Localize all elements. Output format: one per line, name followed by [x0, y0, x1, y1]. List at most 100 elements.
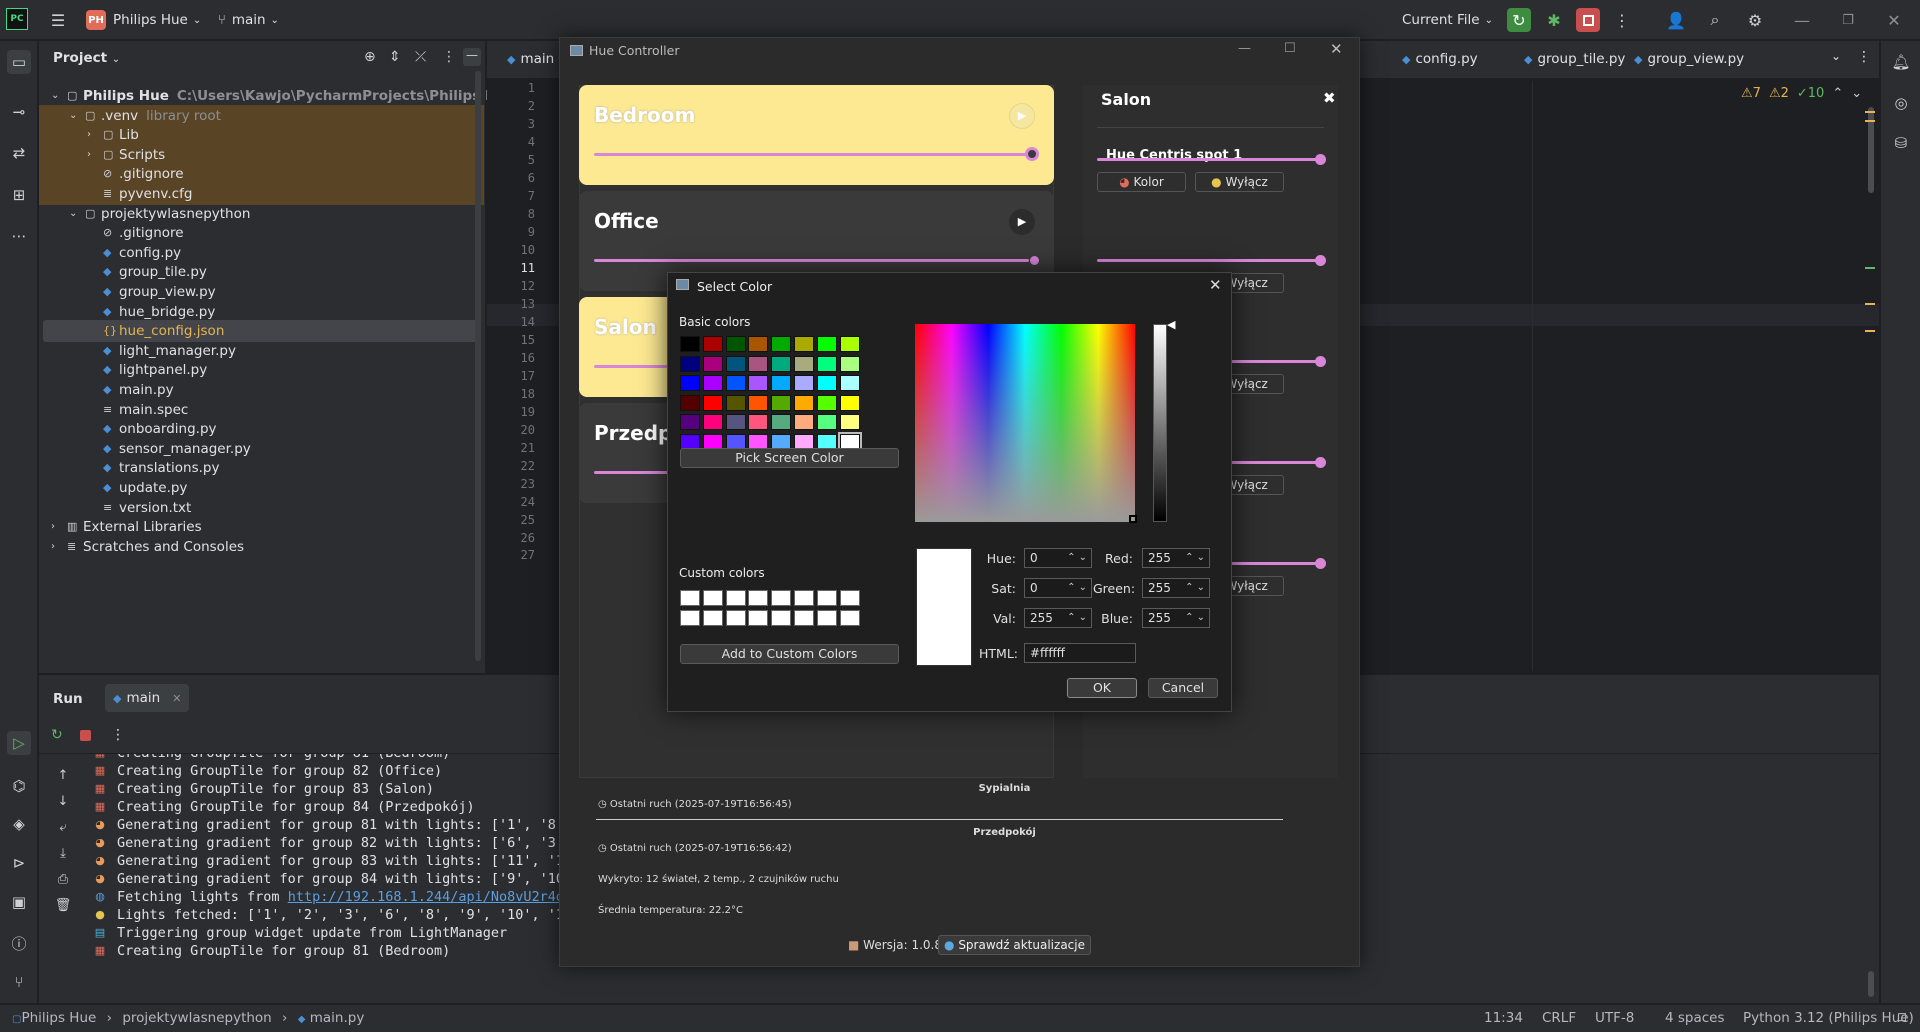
project-tool-folder-icon[interactable]: ▭	[7, 50, 31, 74]
branch-switcher[interactable]: ⑂ main ⌄	[218, 8, 279, 32]
console-scrollbar[interactable]	[1868, 971, 1874, 997]
custom-color-swatch[interactable]	[680, 590, 700, 606]
light-brightness-slider[interactable]	[1097, 158, 1322, 161]
minimize-icon[interactable]: —	[1790, 8, 1814, 32]
terminal-icon[interactable]: ▣	[7, 890, 31, 914]
play-scene-icon[interactable]: ▶	[1009, 209, 1035, 235]
tab-main[interactable]: ◆ main	[507, 51, 554, 67]
basic-color-swatch[interactable]	[771, 336, 792, 352]
slider-handle[interactable]	[1025, 147, 1039, 161]
slider-handle[interactable]	[1030, 256, 1039, 265]
structure-icon[interactable]: ⊞	[7, 183, 31, 207]
file-encoding[interactable]: UTF-8	[1595, 1010, 1634, 1026]
basic-color-swatch[interactable]	[702, 414, 723, 431]
basic-color-swatch[interactable]	[839, 355, 860, 372]
line-separator[interactable]: CRLF	[1542, 1010, 1576, 1026]
color-button[interactable]: ◕ Kolor	[1097, 172, 1186, 192]
basic-color-swatch[interactable]	[725, 375, 746, 392]
basic-color-swatch[interactable]	[702, 355, 723, 372]
run-config-selector[interactable]: Current File ⌄	[1402, 8, 1493, 32]
pull-requests-icon[interactable]: ⇄	[7, 141, 31, 165]
run-tab-main[interactable]: ◆ main ✕	[105, 684, 190, 712]
custom-color-swatch[interactable]	[725, 590, 746, 606]
basic-color-swatch[interactable]	[725, 414, 746, 431]
custom-color-swatch[interactable]	[839, 609, 860, 626]
custom-color-swatch[interactable]	[748, 609, 769, 626]
basic-color-swatch[interactable]	[748, 336, 769, 352]
blue-input[interactable]: 255 ⌃ ⌄	[1142, 608, 1210, 628]
run-panel-title[interactable]: Run	[53, 691, 83, 707]
val-input[interactable]: 255 ⌃ ⌄	[1024, 608, 1092, 628]
close-icon[interactable]: ✕	[1209, 276, 1222, 294]
basic-color-swatch[interactable]	[725, 394, 746, 411]
add-custom-colors-button[interactable]: Add to Custom Colors	[680, 644, 899, 664]
basic-color-swatch[interactable]	[680, 355, 700, 372]
chevron-right-icon[interactable]: ›	[51, 536, 55, 558]
slider-handle[interactable]	[1315, 558, 1326, 569]
add-user-icon[interactable]: 👤	[1664, 8, 1688, 32]
custom-color-swatch[interactable]	[816, 590, 837, 606]
tab-options-icon[interactable]: ⋮	[1857, 49, 1871, 65]
hide-panel-icon[interactable]: —	[463, 48, 481, 66]
custom-color-swatch[interactable]	[816, 609, 837, 626]
sat-input[interactable]: 0 ⌃ ⌄	[1024, 578, 1092, 598]
basic-color-swatch[interactable]	[816, 414, 837, 431]
search-icon[interactable]: ⌕	[1703, 8, 1727, 32]
group-tile-bedroom[interactable]: Bedroom ▶	[579, 85, 1054, 185]
services-icon[interactable]: ⊳	[7, 851, 31, 875]
custom-color-swatch[interactable]	[771, 609, 792, 626]
caret-position[interactable]: 11:34	[1484, 1010, 1523, 1026]
slider-handle[interactable]	[1315, 457, 1326, 468]
basic-color-swatch[interactable]	[702, 336, 723, 352]
breadcrumb-item[interactable]: main.py	[310, 1010, 365, 1026]
basic-color-swatch[interactable]	[748, 375, 769, 392]
basic-color-swatch[interactable]	[680, 394, 700, 411]
debug-bug-icon[interactable]: ✱	[1542, 8, 1566, 32]
breadcrumb-item[interactable]: projektywlasnepython	[122, 1010, 271, 1026]
basic-color-swatch[interactable]	[794, 394, 814, 411]
basic-color-swatch[interactable]	[680, 336, 700, 352]
light-brightness-slider[interactable]	[1097, 259, 1322, 262]
turn-off-button[interactable]: ● Wyłącz	[1195, 172, 1284, 192]
prev-highlight-icon[interactable]: ⌃	[1832, 86, 1843, 101]
basic-color-swatch[interactable]	[748, 355, 769, 372]
problems-icon[interactable]: ⓘ	[7, 931, 31, 955]
options-icon[interactable]: ⋮	[442, 49, 456, 65]
custom-color-swatch[interactable]	[702, 590, 723, 606]
basic-color-swatch[interactable]	[794, 414, 814, 431]
close-panel-icon[interactable]: ✖	[1323, 89, 1336, 107]
gear-icon[interactable]: ⚙	[1743, 8, 1767, 32]
basic-color-swatch[interactable]	[748, 414, 769, 431]
green-input[interactable]: 255 ⌃ ⌄	[1142, 578, 1210, 598]
console-link[interactable]: http://192.168.1.244/api/No8vU2r4d	[288, 889, 564, 905]
basic-color-swatch[interactable]	[702, 394, 723, 411]
next-highlight-icon[interactable]: ⌄	[1851, 86, 1862, 101]
basic-color-swatch[interactable]	[725, 355, 746, 372]
basic-color-swatch[interactable]	[794, 336, 814, 352]
basic-color-swatch[interactable]	[839, 394, 860, 411]
picker-crosshair[interactable]	[1129, 515, 1137, 523]
basic-color-swatch[interactable]	[816, 355, 837, 372]
python-interpreter[interactable]: Python 3.12 (Philips Hue)	[1743, 1010, 1914, 1026]
expand-all-icon[interactable]: ⇕	[389, 49, 401, 65]
pick-screen-color-button[interactable]: Pick Screen Color	[680, 448, 899, 468]
slider-handle[interactable]	[1315, 255, 1326, 266]
project-switcher[interactable]: PH Philips Hue ⌄	[86, 8, 201, 32]
python-console-icon[interactable]: ⌬	[7, 774, 31, 798]
basic-color-swatch[interactable]	[816, 336, 837, 352]
custom-color-swatch[interactable]	[748, 590, 769, 606]
custom-color-swatch[interactable]	[794, 609, 814, 626]
basic-color-swatch[interactable]	[839, 336, 860, 352]
more-tools-icon[interactable]: ⋯	[7, 224, 31, 248]
basic-color-swatch[interactable]	[680, 375, 700, 392]
hue-input[interactable]: 0 ⌃ ⌄	[1024, 548, 1092, 568]
basic-color-swatch[interactable]	[839, 375, 860, 392]
notifications-bell-icon[interactable]: 🔔︎	[1889, 50, 1913, 74]
locate-file-icon[interactable]: ⊕	[364, 49, 376, 65]
basic-color-swatch[interactable]	[839, 414, 860, 431]
check-updates-button[interactable]: ● Sprawdź aktualizacje	[938, 935, 1091, 955]
close-icon[interactable]: ✕	[1330, 40, 1343, 58]
tree-scrollbar[interactable]	[475, 71, 481, 661]
lock-icon[interactable]: ⊡	[1897, 1010, 1907, 1024]
basic-color-swatch[interactable]	[794, 355, 814, 372]
